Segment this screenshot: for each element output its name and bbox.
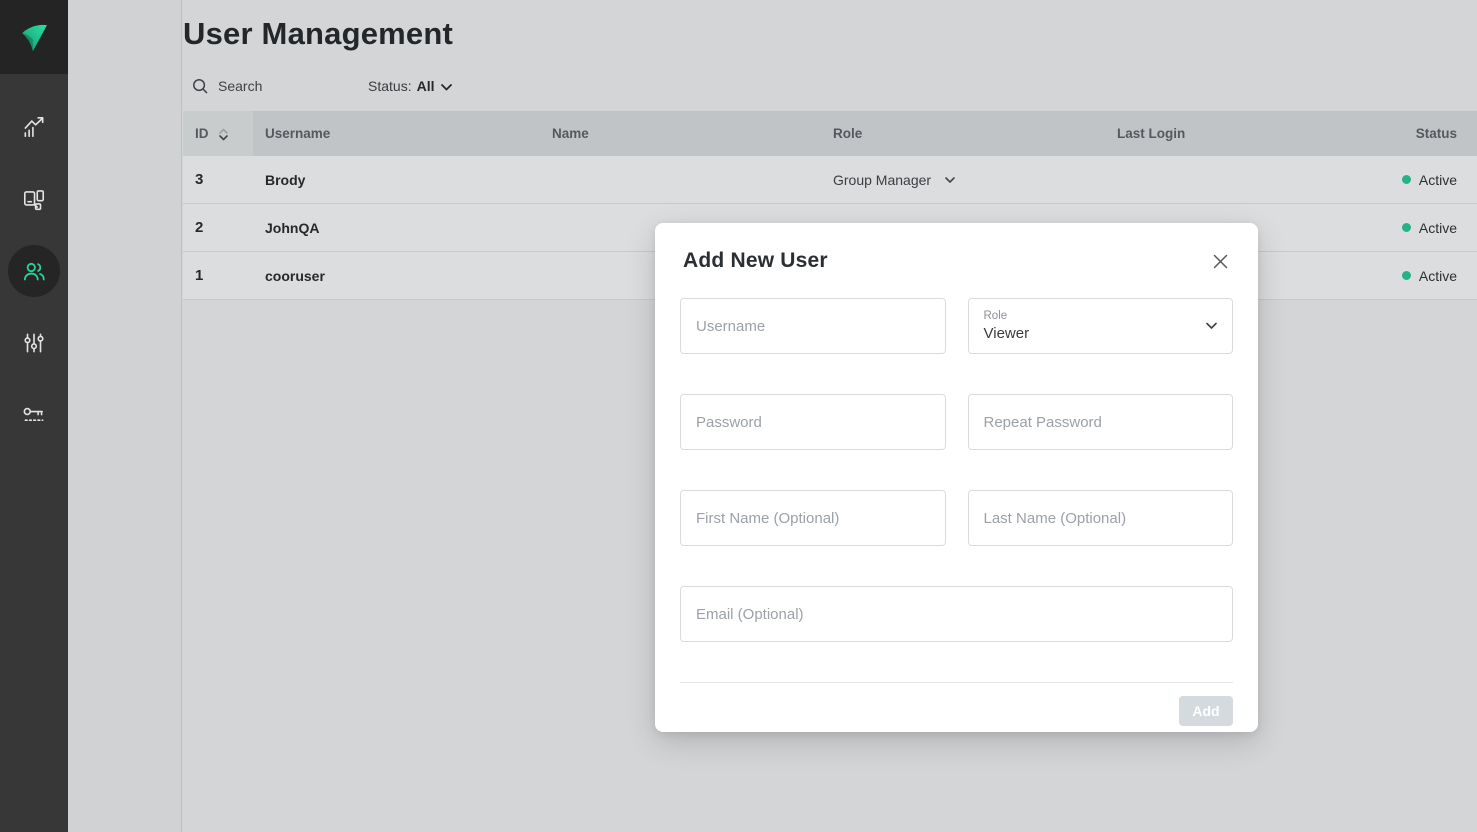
status-filter-dropdown[interactable]: Status: All bbox=[368, 78, 452, 94]
status-active-dot bbox=[1402, 175, 1411, 184]
close-button[interactable] bbox=[1211, 252, 1230, 271]
row-status: Active bbox=[1307, 252, 1477, 299]
username-field[interactable] bbox=[696, 318, 930, 335]
table-header-row: ID Username Name Role Last Login Status bbox=[183, 111, 1477, 156]
devices-icon bbox=[21, 186, 47, 212]
role-select[interactable]: Group Manager bbox=[833, 172, 955, 188]
column-header-id[interactable]: ID bbox=[183, 111, 253, 156]
first-name-field[interactable] bbox=[696, 510, 930, 527]
role-select-field[interactable]: Role Viewer bbox=[968, 298, 1234, 354]
sidebar-item-users[interactable] bbox=[0, 235, 68, 307]
row-status: Active bbox=[1307, 156, 1477, 203]
add-new-user-modal: Add New User Role Viewer bbox=[655, 223, 1258, 732]
row-id: 3 bbox=[183, 156, 253, 203]
first-name-field-box[interactable] bbox=[680, 490, 946, 546]
row-username: JohnQA bbox=[253, 204, 540, 251]
status-filter-label: Status: bbox=[368, 78, 412, 94]
sliders-icon bbox=[21, 330, 47, 356]
sort-icon[interactable] bbox=[219, 128, 228, 141]
table-row[interactable]: 3 Brody Group Manager Active bbox=[183, 156, 1477, 204]
password-field-box[interactable] bbox=[680, 394, 946, 450]
add-user-form: Role Viewer bbox=[680, 298, 1233, 642]
sidebar-item-settings[interactable] bbox=[0, 307, 68, 379]
search-input[interactable] bbox=[218, 78, 328, 94]
row-id: 1 bbox=[183, 252, 253, 299]
status-active-dot bbox=[1402, 271, 1411, 280]
email-field-box[interactable] bbox=[680, 586, 1233, 642]
column-header-username: Username bbox=[253, 111, 540, 156]
status-label: Active bbox=[1419, 268, 1457, 284]
status-active-dot bbox=[1402, 223, 1411, 232]
modal-title: Add New User bbox=[683, 249, 828, 273]
active-nav-highlight bbox=[8, 245, 60, 297]
modal-footer: Add bbox=[680, 696, 1233, 726]
username-field-box[interactable] bbox=[680, 298, 946, 354]
sort-desc-icon bbox=[219, 135, 228, 141]
app-logo bbox=[0, 0, 68, 74]
role-field-label: Role bbox=[984, 310, 1008, 322]
search-box[interactable] bbox=[192, 78, 328, 95]
column-header-status: Status bbox=[1307, 111, 1477, 156]
search-icon bbox=[192, 78, 209, 95]
last-name-field-box[interactable] bbox=[968, 490, 1234, 546]
toolbar: Status: All bbox=[183, 75, 1477, 97]
chevron-down-icon bbox=[441, 84, 452, 91]
chevron-down-icon bbox=[945, 177, 955, 183]
sidebar-item-devices[interactable] bbox=[0, 163, 68, 235]
sidebar-item-license[interactable] bbox=[0, 379, 68, 451]
status-label: Active bbox=[1419, 172, 1457, 188]
row-username: cooruser bbox=[253, 252, 540, 299]
row-name bbox=[540, 156, 821, 203]
password-field[interactable] bbox=[696, 414, 930, 431]
column-header-last-login: Last Login bbox=[1105, 111, 1307, 156]
add-button[interactable]: Add bbox=[1179, 696, 1233, 726]
row-status: Active bbox=[1307, 204, 1477, 251]
license-key-icon bbox=[21, 402, 47, 428]
email-field[interactable] bbox=[696, 606, 1217, 623]
modal-header: Add New User bbox=[680, 247, 1233, 273]
page-title: User Management bbox=[183, 16, 1477, 52]
modal-divider bbox=[680, 682, 1233, 683]
column-header-id-label: ID bbox=[195, 126, 209, 141]
sidebar-nav bbox=[0, 74, 68, 451]
row-last-login bbox=[1105, 156, 1307, 203]
sidebar-item-analytics[interactable] bbox=[0, 91, 68, 163]
analytics-icon bbox=[21, 114, 47, 140]
brand-logo-icon bbox=[16, 19, 52, 55]
close-icon bbox=[1213, 254, 1228, 269]
column-header-name: Name bbox=[540, 111, 821, 156]
sort-asc-icon bbox=[219, 128, 228, 134]
sidebar bbox=[0, 0, 68, 832]
column-header-role: Role bbox=[821, 111, 1105, 156]
left-gutter bbox=[68, 0, 182, 832]
role-select-value: Group Manager bbox=[833, 172, 931, 188]
repeat-password-field-box[interactable] bbox=[968, 394, 1234, 450]
row-username: Brody bbox=[253, 156, 540, 203]
repeat-password-field[interactable] bbox=[984, 414, 1218, 431]
last-name-field[interactable] bbox=[984, 510, 1218, 527]
row-id: 2 bbox=[183, 204, 253, 251]
status-label: Active bbox=[1419, 220, 1457, 236]
users-icon bbox=[21, 258, 47, 284]
role-field-value: Viewer bbox=[984, 325, 1030, 342]
chevron-down-icon bbox=[1206, 323, 1217, 330]
status-filter-value: All bbox=[417, 78, 435, 94]
